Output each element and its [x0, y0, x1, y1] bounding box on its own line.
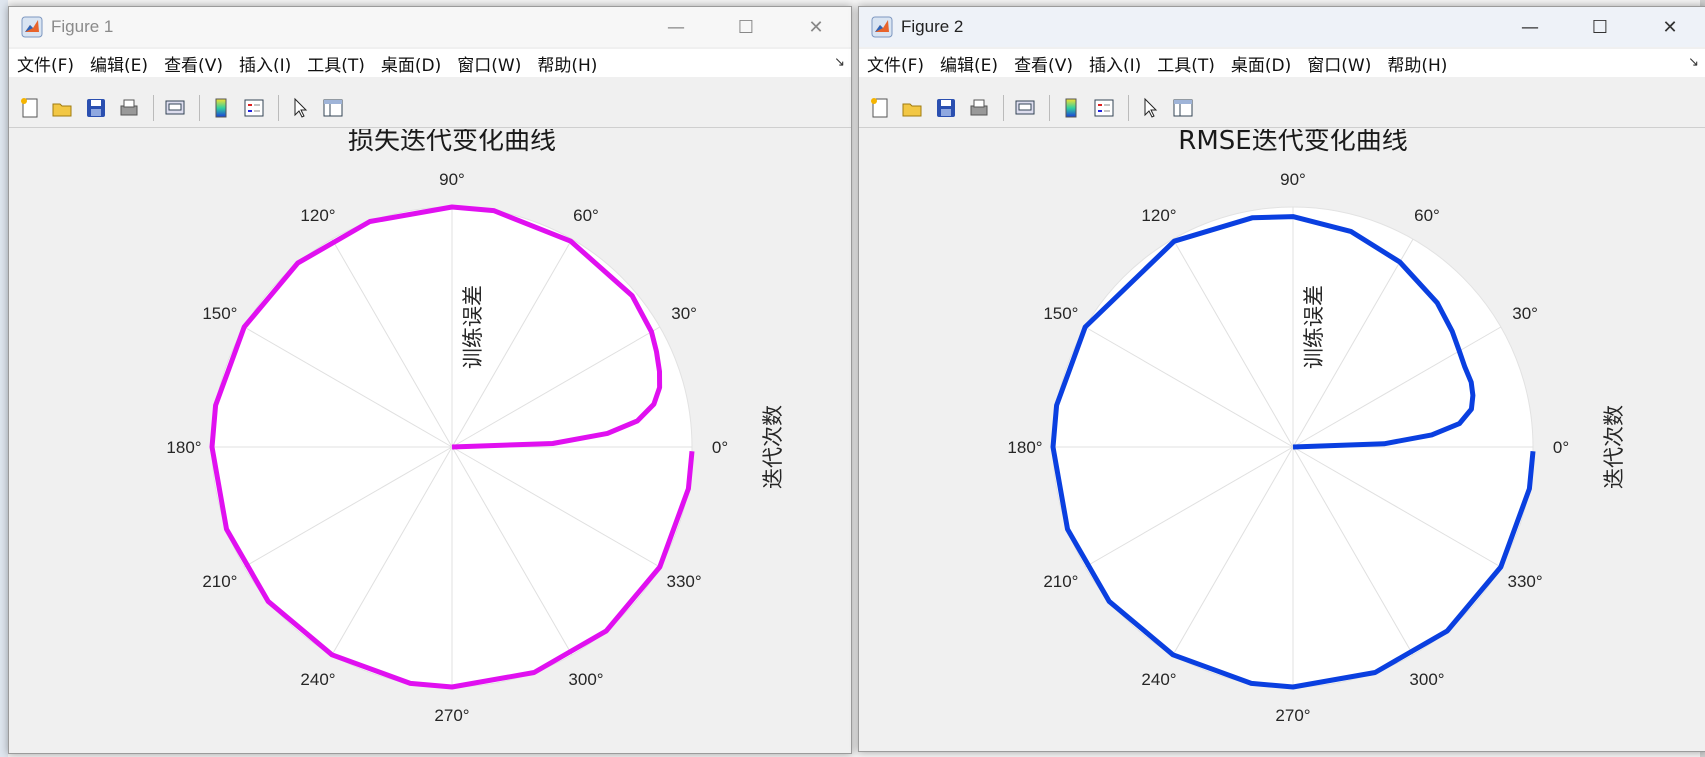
menu-view[interactable]: 查看(V) — [156, 51, 231, 76]
save-icon[interactable] — [81, 93, 111, 123]
menu-bar: 文件(F) 编辑(E) 查看(V) 插入(I) 工具(T) 桌面(D) 窗口(W… — [859, 49, 1705, 77]
angle-tick-label: 90° — [439, 170, 465, 189]
menu-help[interactable]: 帮助(H) — [529, 51, 605, 76]
toolbar-separator — [1049, 95, 1050, 121]
angle-tick-label: 150° — [1043, 304, 1078, 323]
theta-axis-label: 迭代次数 — [1602, 405, 1626, 489]
close-button[interactable]: ✕ — [1635, 7, 1705, 47]
title-bar[interactable]: Figure 1 — ☐ ✕ — [9, 7, 851, 47]
polar-plot[interactable]: 0° 30° 60° 90° 120° 150° 180° 210° 240° 270° 300° 3… — [9, 129, 851, 753]
toolbar-divider — [859, 127, 1705, 128]
angle-tick-label: 120° — [1141, 206, 1176, 225]
menu-tools[interactable]: 工具(T) — [299, 51, 373, 76]
save-icon[interactable] — [931, 93, 961, 123]
matlab-logo-icon — [871, 16, 893, 38]
angle-tick-label: 60° — [1414, 206, 1440, 225]
matlab-logo-icon — [21, 16, 43, 38]
toolbar-separator — [199, 95, 200, 121]
figure-window-1[interactable]: Figure 1 — ☐ ✕ 文件(F) 编辑(E) 查看(V) 插入(I) 工… — [8, 6, 852, 754]
property-inspector-icon[interactable] — [1168, 93, 1198, 123]
menu-window[interactable]: 窗口(W) — [1299, 51, 1379, 76]
angle-tick-label: 330° — [1508, 572, 1543, 591]
legend-icon[interactable] — [1089, 93, 1119, 123]
dock-arrow-icon[interactable]: ↘ — [834, 55, 845, 70]
angle-tick-label: 30° — [1512, 304, 1538, 323]
window-title: Figure 2 — [901, 17, 964, 36]
print-icon[interactable] — [964, 93, 994, 123]
print-preview-icon[interactable] — [160, 93, 190, 123]
chart-title: 损失迭代变化曲线 — [348, 129, 556, 156]
angle-tick-label: 90° — [1280, 170, 1306, 189]
title-bar[interactable]: Figure 2 — ☐ ✕ — [859, 7, 1705, 47]
chart-title: RMSE迭代变化曲线 — [1178, 129, 1407, 156]
maximize-button[interactable]: ☐ — [1565, 7, 1635, 47]
menu-edit[interactable]: 编辑(E) — [932, 51, 1006, 76]
property-inspector-icon[interactable] — [318, 93, 348, 123]
angle-tick-label: 120° — [300, 206, 335, 225]
menu-window[interactable]: 窗口(W) — [449, 51, 529, 76]
legend-icon[interactable] — [239, 93, 269, 123]
minimize-button[interactable]: — — [1495, 7, 1565, 47]
close-button[interactable]: ✕ — [781, 7, 851, 47]
maximize-button[interactable]: ☐ — [711, 7, 781, 47]
angle-tick-label: 210° — [1043, 572, 1078, 591]
angle-tick-label: 180° — [1007, 438, 1042, 457]
angle-tick-label: 210° — [202, 572, 237, 591]
menu-bar: 文件(F) 编辑(E) 查看(V) 插入(I) 工具(T) 桌面(D) 窗口(W… — [9, 49, 851, 77]
toolbar-separator — [278, 95, 279, 121]
toolbar-separator — [1003, 95, 1004, 121]
menu-file[interactable]: 文件(F) — [9, 51, 82, 76]
colorbar-icon[interactable] — [1056, 93, 1086, 123]
menu-view[interactable]: 查看(V) — [1006, 51, 1081, 76]
open-file-icon[interactable] — [48, 93, 78, 123]
angle-tick-label: 300° — [1409, 670, 1444, 689]
new-figure-icon[interactable] — [865, 93, 895, 123]
figure-window-2[interactable]: Figure 2 — ☐ ✕ 文件(F) 编辑(E) 查看(V) 插入(I) 工… — [858, 6, 1705, 752]
polar-plot[interactable]: 0° 30° 60° 90° 120° 150° 180° 210° 240° 270° 300° 3… — [859, 129, 1705, 749]
angle-tick-label: 270° — [434, 706, 469, 725]
angle-tick-label: 180° — [166, 438, 201, 457]
toolbar — [9, 91, 851, 125]
angle-tick-label: 0° — [1553, 438, 1569, 457]
edit-plot-icon[interactable] — [1135, 93, 1165, 123]
colorbar-icon[interactable] — [206, 93, 236, 123]
angle-tick-label: 270° — [1275, 706, 1310, 725]
angle-tick-label: 150° — [202, 304, 237, 323]
edit-plot-icon[interactable] — [285, 93, 315, 123]
menu-insert[interactable]: 插入(I) — [231, 51, 299, 76]
toolbar — [859, 91, 1705, 125]
r-axis-label: 训练误差 — [461, 285, 485, 369]
toolbar-separator — [153, 95, 154, 121]
toolbar-separator — [1128, 95, 1129, 121]
menu-file[interactable]: 文件(F) — [859, 51, 932, 76]
menu-help[interactable]: 帮助(H) — [1379, 51, 1455, 76]
menu-tools[interactable]: 工具(T) — [1149, 51, 1223, 76]
theta-axis-label: 迭代次数 — [761, 405, 785, 489]
dock-arrow-icon[interactable]: ↘ — [1688, 55, 1699, 70]
angle-tick-label: 330° — [667, 572, 702, 591]
print-icon[interactable] — [114, 93, 144, 123]
menu-desktop[interactable]: 桌面(D) — [1223, 51, 1299, 76]
open-file-icon[interactable] — [898, 93, 928, 123]
angle-tick-label: 240° — [300, 670, 335, 689]
angle-tick-label: 30° — [671, 304, 697, 323]
menu-edit[interactable]: 编辑(E) — [82, 51, 156, 76]
angle-tick-label: 300° — [568, 670, 603, 689]
minimize-button[interactable]: — — [641, 7, 711, 47]
window-title: Figure 1 — [51, 17, 114, 36]
toolbar-divider — [9, 127, 851, 128]
menu-insert[interactable]: 插入(I) — [1081, 51, 1149, 76]
angle-tick-label: 240° — [1141, 670, 1176, 689]
angle-tick-label: 0° — [712, 438, 728, 457]
new-figure-icon[interactable] — [15, 93, 45, 123]
angle-tick-label: 60° — [573, 206, 599, 225]
menu-desktop[interactable]: 桌面(D) — [373, 51, 449, 76]
r-axis-label: 训练误差 — [1302, 285, 1326, 369]
print-preview-icon[interactable] — [1010, 93, 1040, 123]
